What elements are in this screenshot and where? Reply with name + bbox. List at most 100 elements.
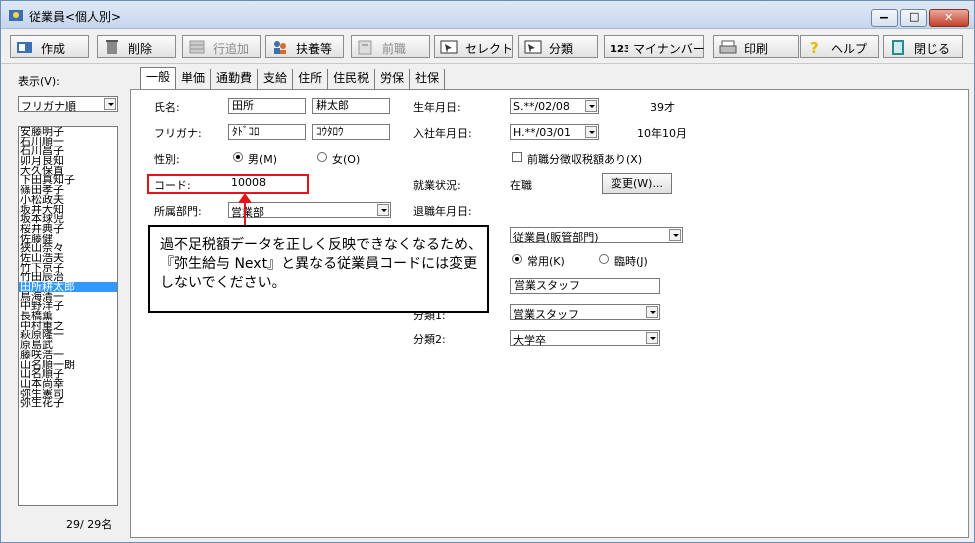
temporary-radio[interactable]: [599, 254, 609, 264]
chevron-down-icon[interactable]: [669, 229, 681, 241]
toolbar-button-8[interactable]: 印刷: [713, 35, 799, 58]
employee-list-item[interactable]: 桜井典子: [19, 224, 117, 234]
employee-list-item[interactable]: 萩原隆一: [19, 330, 117, 340]
last-kana-field[interactable]: ﾀﾄﾞｺﾛ: [228, 124, 306, 140]
tab-5[interactable]: 住民税: [328, 69, 376, 89]
chevron-down-icon[interactable]: [377, 204, 389, 216]
dept-select[interactable]: 営業部: [228, 202, 391, 219]
employee-type-value: 従業員(販管部門): [513, 231, 599, 244]
employee-list-item[interactable]: 安藤明子: [19, 127, 117, 137]
tab-4[interactable]: 住所: [293, 69, 329, 89]
job-title-field[interactable]: 営業スタッフ: [510, 278, 660, 294]
employee-list-item[interactable]: 田所耕太郎: [19, 282, 117, 292]
employee-list-item[interactable]: 佐山浩夫: [19, 253, 117, 263]
birth-date-value: S.**/02/08: [513, 100, 570, 113]
chevron-down-icon[interactable]: [585, 100, 597, 112]
callout-line: しないでください。: [160, 275, 286, 291]
toolbar-button-2[interactable]: 行追加: [182, 35, 261, 58]
employee-list-item[interactable]: 原島武: [19, 340, 117, 350]
employee-list-item[interactable]: 竹田辰治: [19, 272, 117, 282]
employee-list-item[interactable]: 下田真知子: [19, 175, 117, 185]
employee-list-item[interactable]: 弥生花子: [19, 398, 117, 408]
name-label: 氏名:: [154, 101, 180, 114]
toolbar-button-0[interactable]: 作成: [10, 35, 89, 58]
employee-list-item[interactable]: 山名順子: [19, 369, 117, 379]
class1-value: 営業スタッフ: [513, 308, 579, 321]
my-number-icon: 123: [610, 39, 631, 55]
toolbar-button-label: 閉じる: [914, 42, 951, 56]
maximize-button[interactable]: □: [900, 9, 927, 27]
gender-male-radio[interactable]: [233, 152, 243, 162]
birth-date-select[interactable]: S.**/02/08: [510, 98, 599, 114]
toolbar-button-label: 分類: [549, 42, 574, 56]
sort-select[interactable]: フリガナ順: [18, 96, 118, 113]
employee-list-item[interactable]: 坂本球児: [19, 214, 117, 224]
printer-icon: [719, 39, 737, 55]
employee-list-item[interactable]: 佐藤健: [19, 234, 117, 244]
regular-radio[interactable]: [512, 254, 522, 264]
toolbar: 作成 削除 行追加 扶養等 前職 セレクト 分類 123 マイナンバー 印刷 ? ヘルプ 閉じる: [1, 30, 974, 64]
employee-list-item[interactable]: 篠田孝子: [19, 185, 117, 195]
temporary-label: 臨時(J): [614, 255, 648, 268]
employee-window: 従業員<個人別> ▁ □ ✕ 作成 削除 行追加 扶養等 前職 セレクト 分類 123 マイナン…: [0, 0, 975, 543]
gender-female-radio[interactable]: [317, 152, 327, 162]
employee-list-item[interactable]: 山本尚幸: [19, 379, 117, 389]
tab-0[interactable]: 一般: [140, 67, 177, 89]
tab-2[interactable]: 通勤費: [211, 69, 259, 89]
change-status-button[interactable]: 変更(W)...: [602, 173, 672, 194]
employee-list-item[interactable]: 竹下京子: [19, 263, 117, 273]
toolbar-button-3[interactable]: 扶養等: [265, 35, 344, 58]
employee-list-item[interactable]: 小松政夫: [19, 195, 117, 205]
first-kana-field[interactable]: ｺｳﾀﾛｳ: [312, 124, 390, 140]
window-title: 従業員<個人別>: [29, 10, 122, 24]
class1-select[interactable]: 営業スタッフ: [510, 304, 660, 321]
employee-list-item[interactable]: 大久保直: [19, 166, 117, 176]
toolbar-button-6[interactable]: 分類: [518, 35, 598, 58]
employee-list-item[interactable]: 鳥海清一: [19, 292, 117, 302]
toolbar-button-5[interactable]: セレクト: [434, 35, 513, 58]
employee-list-item[interactable]: 坂井大知: [19, 205, 117, 215]
first-name-field[interactable]: 耕太郎: [312, 98, 390, 114]
employee-list-item[interactable]: 狭山奈々: [19, 243, 117, 253]
toolbar-button-9[interactable]: ? ヘルプ: [800, 35, 879, 58]
chevron-down-icon[interactable]: [646, 332, 658, 344]
employee-list-item[interactable]: 中村重之: [19, 321, 117, 331]
close-window-button[interactable]: ✕: [929, 9, 969, 27]
employee-list-item[interactable]: 石川順一: [19, 137, 117, 147]
employee-list-item[interactable]: 石川昌子: [19, 146, 117, 156]
toolbar-button-1[interactable]: 削除: [97, 35, 176, 58]
employee-list[interactable]: 安藤明子 石川順一 石川昌子 卯月良知 大久保直 下田真知子 篠田孝子 小松政夫 坂井大知 坂本球…: [18, 126, 118, 506]
class2-select[interactable]: 大学卒: [510, 330, 660, 347]
tab-1[interactable]: 単価: [176, 69, 212, 89]
employee-list-item[interactable]: 卯月良知: [19, 156, 117, 166]
employee-list-item[interactable]: 中野洋子: [19, 301, 117, 311]
tab-strip: 一般 単価 通勤費 支給 住所 住民税 労保 社保: [140, 67, 446, 89]
classify-icon: [524, 39, 542, 55]
employee-list-item[interactable]: 山名順一朗: [19, 360, 117, 370]
toolbar-button-label: 前職: [382, 42, 407, 56]
hire-date-select[interactable]: H.**/03/01: [510, 124, 599, 140]
prev-tax-checkbox[interactable]: [512, 152, 522, 162]
employee-list-item[interactable]: 藤咲浩一: [19, 350, 117, 360]
employee-list-item[interactable]: 長橋薫: [19, 311, 117, 321]
last-name-field[interactable]: 田所: [228, 98, 306, 114]
toolbar-button-4[interactable]: 前職: [351, 35, 430, 58]
employee-list-item[interactable]: 弥生憲司: [19, 389, 117, 399]
chevron-down-icon[interactable]: [585, 126, 597, 138]
tenure-value: 10年10月: [637, 127, 687, 140]
toolbar-button-label: 印刷: [744, 42, 769, 56]
maximize-icon: □: [909, 10, 920, 23]
toolbar-button-7[interactable]: 123 マイナンバー: [604, 35, 705, 58]
tab-3[interactable]: 支給: [258, 69, 294, 89]
chevron-down-icon[interactable]: [104, 98, 116, 110]
minimize-button[interactable]: ▁: [871, 8, 898, 27]
tab-6[interactable]: 労保: [375, 69, 411, 89]
employee-type-select[interactable]: 従業員(販管部門): [510, 227, 683, 244]
tab-7[interactable]: 社保: [410, 69, 446, 89]
arrow-shaft: [244, 201, 246, 226]
callout-line: 過不足税額データを正しく反映できなくなるため、: [160, 237, 482, 253]
help-icon: ?: [806, 39, 824, 57]
chevron-down-icon[interactable]: [646, 306, 658, 318]
toolbar-button-label: 扶養等: [296, 42, 333, 56]
toolbar-button-10[interactable]: 閉じる: [883, 35, 963, 58]
